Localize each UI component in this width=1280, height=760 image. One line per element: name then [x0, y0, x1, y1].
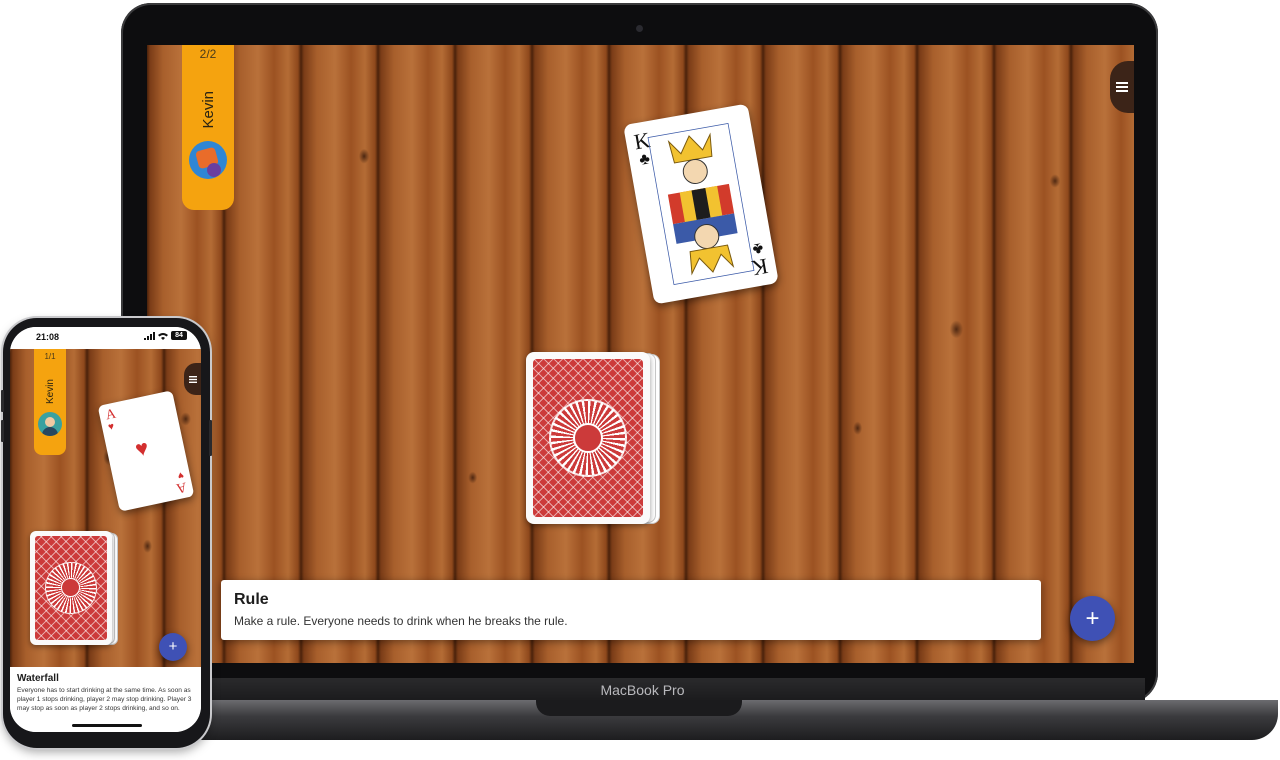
drawn-card: A ♥ ♥ ♥ A — [97, 390, 195, 512]
rule-description: Make a rule. Everyone needs to drink whe… — [234, 614, 568, 628]
volume-up-button — [1, 390, 4, 412]
deck-top-card[interactable] — [30, 531, 112, 645]
menu-button[interactable] — [1110, 61, 1134, 113]
card-back-medallion — [549, 399, 627, 477]
phone-game-table: 1/1 Kevin A ♥ ♥ ♥ A + — [10, 349, 201, 667]
laptop-game-table: 2/2 Kevin K ♣ ♣ K Rule Make a rule. Ever… — [147, 45, 1134, 663]
card-back-pattern — [533, 359, 643, 517]
player-tab[interactable]: 2/2 Kevin — [182, 45, 234, 210]
player-name: Kevin — [199, 91, 217, 129]
player-tab[interactable]: 1/1 Kevin — [34, 349, 66, 455]
battery-icon: 84 — [171, 331, 187, 340]
card-back-medallion — [45, 562, 97, 614]
phone-status-bar: 21:08 84 — [10, 327, 201, 349]
laptop-brand-label: MacBook Pro — [140, 678, 1145, 702]
card-deck[interactable] — [526, 352, 662, 527]
power-button — [209, 420, 212, 456]
rule-panel: Rule Make a rule. Everyone needs to drin… — [221, 580, 1041, 640]
phone-screen: 21:08 84 1/1 Kevin A ♥ ♥ ♥ A + Waterfall… — [10, 327, 201, 732]
player-count: 1/1 — [44, 352, 56, 361]
card-suit-top: ♥ — [107, 421, 116, 434]
player-count: 2/2 — [199, 47, 217, 61]
player-avatar — [38, 412, 62, 437]
volume-down-button — [1, 420, 4, 442]
hamburger-menu-icon — [188, 375, 197, 383]
home-indicator[interactable] — [72, 724, 142, 727]
rule-title: Waterfall — [17, 673, 59, 684]
deck-top-card[interactable] — [526, 352, 650, 524]
card-suit-top: ♣ — [638, 150, 652, 169]
rule-description: Everyone has to start drinking at the sa… — [17, 687, 192, 713]
card-deck[interactable] — [30, 531, 120, 647]
status-time: 21:08 — [36, 332, 60, 342]
card-back-pattern — [35, 536, 107, 640]
rule-title: Rule — [234, 591, 269, 608]
hamburger-menu-icon — [1116, 82, 1128, 92]
add-player-button[interactable]: + — [159, 633, 187, 661]
king-figure-icon — [647, 123, 755, 285]
camera-icon — [636, 25, 643, 32]
card-suit-center: ♥ — [132, 434, 151, 462]
add-player-button[interactable]: + — [1070, 596, 1115, 641]
status-icons: 84 — [144, 331, 187, 340]
signal-icon — [144, 331, 155, 340]
laptop-opening-notch — [536, 700, 742, 716]
player-avatar — [189, 140, 227, 179]
rule-panel: Waterfall Everyone has to start drinking… — [10, 667, 201, 732]
card-rank-bottom: K — [749, 253, 770, 281]
drawn-card: K ♣ ♣ K — [623, 103, 779, 305]
wifi-icon — [158, 332, 168, 340]
card-rank-bottom: A — [174, 478, 188, 496]
player-name: Kevin — [44, 379, 56, 405]
menu-button[interactable] — [184, 363, 201, 395]
